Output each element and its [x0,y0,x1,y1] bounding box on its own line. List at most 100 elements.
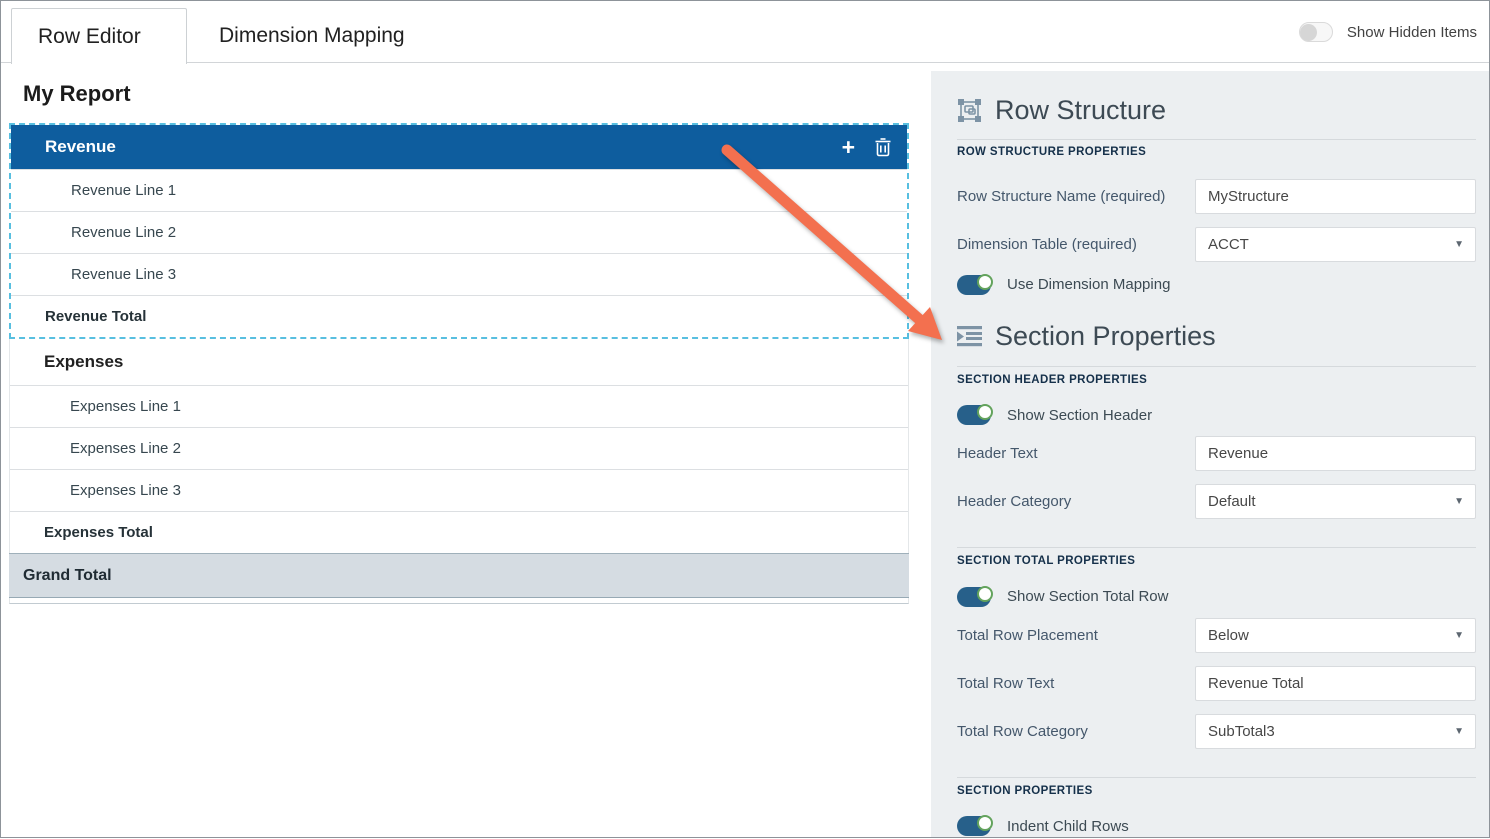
dimension-table-label: Dimension Table (required) [957,236,1137,253]
row-actions: + [840,125,891,169]
header-category-field-row: Header Category Default ▼ [957,484,1476,519]
properties-panel: Row Structure ROW STRUCTURE PROPERTIES R… [931,71,1489,837]
show-hidden-items-toggle[interactable] [1299,22,1333,42]
row-revenue-line-2[interactable]: Revenue Line 2 [11,211,907,253]
show-section-total-row-toggle[interactable] [957,587,991,607]
total-row-placement-select[interactable]: Below ▼ [1195,618,1476,653]
section-properties-label: SECTION PROPERTIES [957,785,1476,798]
dimension-table-value: ACCT [1208,236,1249,253]
section-properties-title: Section Properties [995,321,1216,352]
indent-child-rows-label: Indent Child Rows [1007,818,1129,835]
trash-icon [875,138,891,157]
row-expenses-total[interactable]: Expenses Total [10,511,908,553]
row-label: Revenue Line 3 [71,266,176,283]
row-structure-name-label: Row Structure Name (required) [957,188,1165,205]
row-structure-heading: Row Structure [957,95,1476,125]
row-label: Revenue Line 2 [71,224,176,241]
row-expenses-line-2[interactable]: Expenses Line 2 [10,427,908,469]
show-section-header-toggle[interactable] [957,405,991,425]
dimension-table-field-row: Dimension Table (required) ACCT ▼ [957,227,1476,262]
row-expenses-header[interactable]: Expenses [10,339,908,385]
section-expenses: Expenses Expenses Line 1 Expenses Line 2… [9,339,909,553]
total-row-category-label: Total Row Category [957,723,1088,740]
list-bottom-divider [9,598,909,604]
show-section-total-row-label: Show Section Total Row [1007,588,1168,605]
row-label: Revenue Line 1 [71,182,176,199]
row-revenue-line-3[interactable]: Revenue Line 3 [11,253,907,295]
total-row-placement-label: Total Row Placement [957,627,1098,644]
row-grand-total[interactable]: Grand Total [9,553,909,598]
row-expenses-line-1[interactable]: Expenses Line 1 [10,385,908,427]
row-structure-list: Revenue + Revenue Line 1 [9,123,909,604]
row-structure-title: Row Structure [995,95,1166,126]
row-label: Revenue [45,137,116,157]
total-row-text-field-row: Total Row Text [957,666,1476,701]
row-structure-name-field-row: Row Structure Name (required) [957,179,1476,214]
tab-row-editor-label: Row Editor [38,25,141,49]
row-label: Expenses Line 1 [70,398,181,415]
toggle-knob [977,815,993,831]
total-row-placement-field-row: Total Row Placement Below ▼ [957,618,1476,653]
row-label: Grand Total [23,567,112,585]
tab-dimension-mapping[interactable]: Dimension Mapping [209,8,415,63]
indent-child-rows-toggle[interactable] [957,816,991,836]
chevron-down-icon: ▼ [1454,239,1464,250]
dimension-table-select[interactable]: ACCT ▼ [1195,227,1476,262]
total-row-text-label: Total Row Text [957,675,1054,692]
header-category-select[interactable]: Default ▼ [1195,484,1476,519]
section-header-properties-label: SECTION HEADER PROPERTIES [957,374,1476,387]
total-row-category-select[interactable]: SubTotal3 ▼ [1195,714,1476,749]
total-row-category-value: SubTotal3 [1208,723,1275,740]
show-hidden-items-label: Show Hidden Items [1347,24,1477,41]
row-label: Expenses Line 2 [70,440,181,457]
header-category-label: Header Category [957,493,1071,510]
divider [957,547,1476,548]
indent-child-rows-row: Indent Child Rows [957,816,1476,837]
total-row-category-field-row: Total Row Category SubTotal3 ▼ [957,714,1476,749]
top-tab-bar: Row Editor Dimension Mapping Show Hidden… [1,1,1489,63]
header-text-label: Header Text [957,445,1038,462]
use-dimension-mapping-label: Use Dimension Mapping [1007,276,1170,293]
divider [957,777,1476,778]
row-label: Revenue Total [45,308,146,325]
add-row-button[interactable]: + [840,136,857,159]
use-dimension-mapping-toggle[interactable] [957,275,991,295]
report-title: My Report [23,81,131,107]
header-text-input[interactable] [1195,436,1476,471]
row-label: Expenses Line 3 [70,482,181,499]
tab-row-editor[interactable]: Row Editor [11,8,187,64]
row-revenue-header[interactable]: Revenue + [11,125,907,169]
toggle-knob [977,404,993,420]
section-properties-icon [957,326,982,348]
row-label: Expenses [44,352,123,372]
chevron-down-icon: ▼ [1454,726,1464,737]
selected-section-revenue: Revenue + Revenue Line 1 [9,123,909,339]
row-structure-name-input[interactable] [1195,179,1476,214]
divider [957,139,1476,140]
show-hidden-items-control: Show Hidden Items [1299,22,1477,42]
show-section-total-row: Show Section Total Row [957,586,1476,607]
use-dimension-mapping-row: Use Dimension Mapping [957,274,1476,295]
show-section-header-row: Show Section Header [957,405,1476,426]
header-text-field-row: Header Text [957,436,1476,471]
section-properties-heading: Section Properties [957,322,1476,352]
row-revenue-total[interactable]: Revenue Total [11,295,907,337]
row-revenue-line-1[interactable]: Revenue Line 1 [11,169,907,211]
toggle-knob [977,274,993,290]
row-label: Expenses Total [44,524,153,541]
toggle-knob [977,586,993,602]
tab-dimension-mapping-label: Dimension Mapping [219,24,405,48]
row-expenses-line-3[interactable]: Expenses Line 3 [10,469,908,511]
row-structure-icon [957,98,982,123]
header-category-value: Default [1208,493,1256,510]
chevron-down-icon: ▼ [1454,496,1464,507]
show-section-header-label: Show Section Header [1007,407,1152,424]
divider [957,366,1476,367]
toggle-knob [1300,24,1317,41]
section-total-properties-label: SECTION TOTAL PROPERTIES [957,555,1476,568]
total-row-placement-value: Below [1208,627,1249,644]
chevron-down-icon: ▼ [1454,630,1464,641]
delete-row-button[interactable] [875,138,891,157]
total-row-text-input[interactable] [1195,666,1476,701]
row-structure-properties-label: ROW STRUCTURE PROPERTIES [957,146,1476,159]
